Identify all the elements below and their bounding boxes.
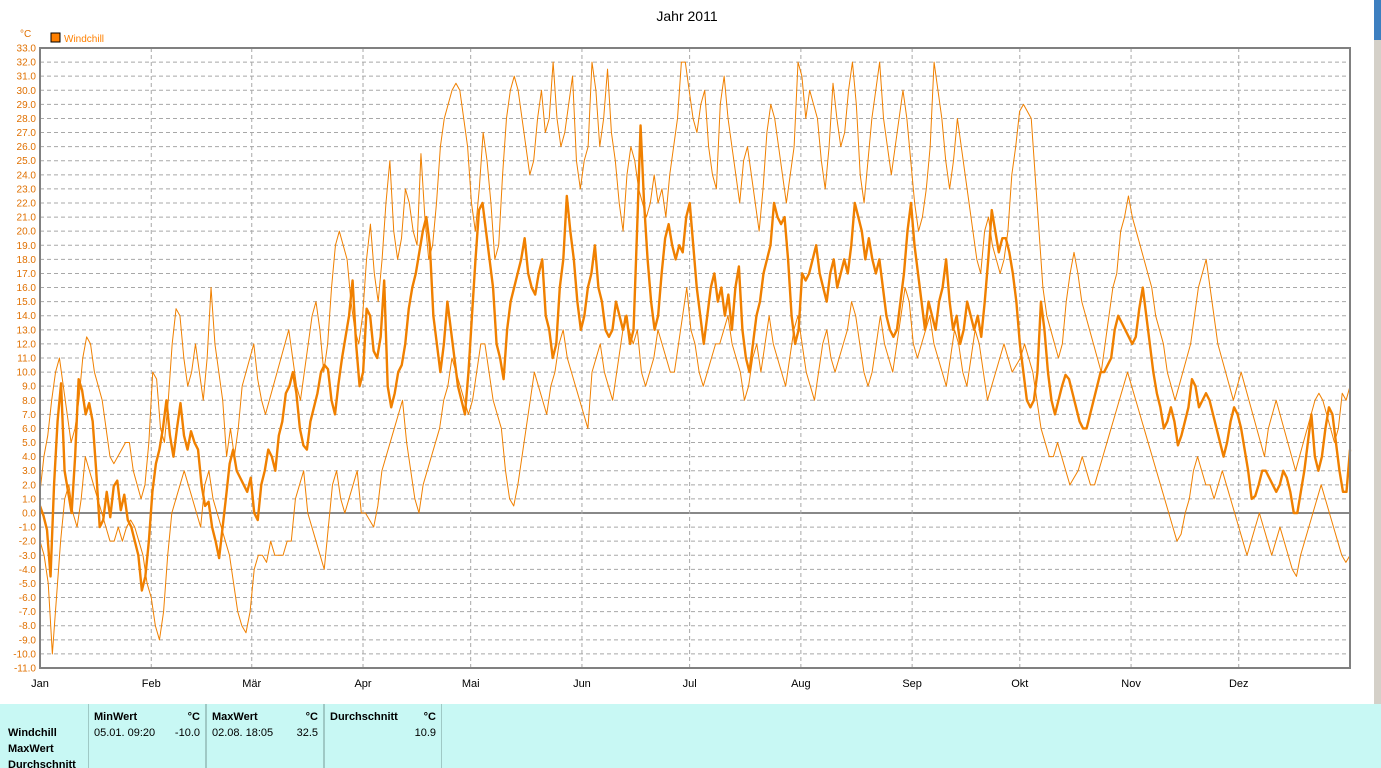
stats-value: -10.0 bbox=[174, 727, 200, 739]
y-tick-label: 27.0 bbox=[17, 128, 37, 139]
y-tick-label: 7.0 bbox=[22, 410, 36, 421]
stats-value: 32.5 bbox=[296, 727, 318, 739]
y-tick-label: 10.0 bbox=[17, 368, 37, 379]
y-tick-label: 29.0 bbox=[17, 100, 37, 111]
y-tick-label: 20.0 bbox=[17, 227, 37, 238]
y-tick-label: 26.0 bbox=[17, 142, 37, 153]
stats-row-label: MaxWert bbox=[8, 743, 54, 755]
y-tick-label: 28.0 bbox=[17, 114, 37, 125]
y-tick-label: -5.0 bbox=[19, 579, 37, 590]
stats-date: 05.01. 09:20 bbox=[94, 727, 156, 739]
x-tick-label: Jul bbox=[683, 678, 697, 690]
x-tick-label: Mär bbox=[242, 678, 261, 690]
x-tick-label: Okt bbox=[1011, 678, 1028, 690]
y-tick-label: 14.0 bbox=[17, 311, 37, 322]
y-tick-label: 30.0 bbox=[17, 86, 37, 97]
y-tick-label: 4.0 bbox=[22, 452, 36, 463]
x-tick-label: Mai bbox=[462, 678, 480, 690]
x-tick-label: Dez bbox=[1229, 678, 1249, 690]
x-tick-label: Nov bbox=[1121, 678, 1141, 690]
y-tick-label: 25.0 bbox=[17, 156, 37, 167]
y-tick-label: -10.0 bbox=[13, 649, 36, 660]
y-tick-label: 19.0 bbox=[17, 241, 37, 252]
y-tick-label: -8.0 bbox=[19, 621, 37, 632]
y-tick-label: 22.0 bbox=[17, 199, 37, 210]
y-tick-label: -7.0 bbox=[19, 607, 37, 618]
x-tick-label: Feb bbox=[142, 678, 161, 690]
y-tick-label: 9.0 bbox=[22, 382, 36, 393]
stats-header: MaxWert bbox=[212, 711, 258, 723]
y-unit-label: °C bbox=[20, 29, 31, 40]
y-tick-label: 12.0 bbox=[17, 339, 37, 350]
x-tick-label: Jan bbox=[31, 678, 49, 690]
y-tick-label: 18.0 bbox=[17, 255, 37, 266]
y-tick-label: -3.0 bbox=[19, 551, 37, 562]
legend-label: Windchill bbox=[64, 34, 104, 45]
stats-unit: °C bbox=[305, 711, 318, 723]
y-tick-label: 1.0 bbox=[22, 494, 36, 505]
y-tick-label: -1.0 bbox=[19, 523, 37, 534]
stats-unit: °C bbox=[423, 711, 436, 723]
y-tick-label: 13.0 bbox=[17, 325, 37, 336]
stats-column-max: MaxWert °C 02.08. 18:05 32.5 bbox=[206, 704, 324, 768]
stats-unit: °C bbox=[187, 711, 200, 723]
y-tick-label: 6.0 bbox=[22, 424, 36, 435]
chart-title: Jahr 2011 bbox=[656, 8, 717, 24]
stats-panel: Windchill MaxWert Durchschnitt MinWert °… bbox=[0, 704, 1381, 768]
y-tick-label: 11.0 bbox=[17, 354, 36, 365]
y-tick-label: 8.0 bbox=[22, 396, 36, 407]
stats-value: 10.9 bbox=[414, 727, 436, 739]
y-tick-label: 24.0 bbox=[17, 170, 37, 181]
stats-row-label: Windchill bbox=[8, 727, 57, 739]
stats-header: Durchschnitt bbox=[330, 711, 398, 723]
chart: Jahr 2011 °C Windchill -11.0 -10.0 -9.0 -8.… bbox=[13, 8, 1352, 690]
x-tick-label: Jun bbox=[573, 678, 591, 690]
y-tick-label: 21.0 bbox=[17, 213, 37, 224]
x-tick-label: Apr bbox=[354, 678, 371, 690]
y-tick-label: 16.0 bbox=[17, 283, 37, 294]
y-tick-label: 32.0 bbox=[17, 58, 37, 69]
y-tick-label: 33.0 bbox=[17, 44, 37, 55]
y-tick-label: 17.0 bbox=[17, 269, 37, 280]
legend-swatch bbox=[50, 32, 61, 43]
y-tick-label: -2.0 bbox=[19, 537, 37, 548]
y-tick-label: 23.0 bbox=[17, 184, 37, 195]
y-tick-label: 31.0 bbox=[17, 72, 37, 83]
y-tick-label: -4.0 bbox=[19, 565, 37, 576]
stats-date: 02.08. 18:05 bbox=[212, 727, 274, 739]
y-tick-label: 3.0 bbox=[22, 466, 36, 477]
y-tick-label: 2.0 bbox=[22, 480, 36, 491]
x-tick-label: Sep bbox=[902, 678, 922, 690]
x-tick-label: Aug bbox=[791, 678, 811, 690]
y-tick-label: 5.0 bbox=[22, 438, 36, 449]
y-tick-label: -11.0 bbox=[14, 664, 36, 675]
y-tick-label: -6.0 bbox=[19, 593, 37, 604]
y-tick-label: -9.0 bbox=[19, 635, 37, 646]
stats-header: MinWert bbox=[94, 711, 138, 723]
stats-column-avg: Durchschnitt °C 10.9 bbox=[324, 704, 442, 768]
y-tick-label: 0.0 bbox=[22, 509, 36, 520]
stats-column-min: MinWert °C 05.01. 09:20 -10.0 bbox=[88, 704, 206, 768]
y-tick-label: 15.0 bbox=[17, 297, 37, 308]
stats-row-label: Durchschnitt bbox=[8, 759, 76, 768]
